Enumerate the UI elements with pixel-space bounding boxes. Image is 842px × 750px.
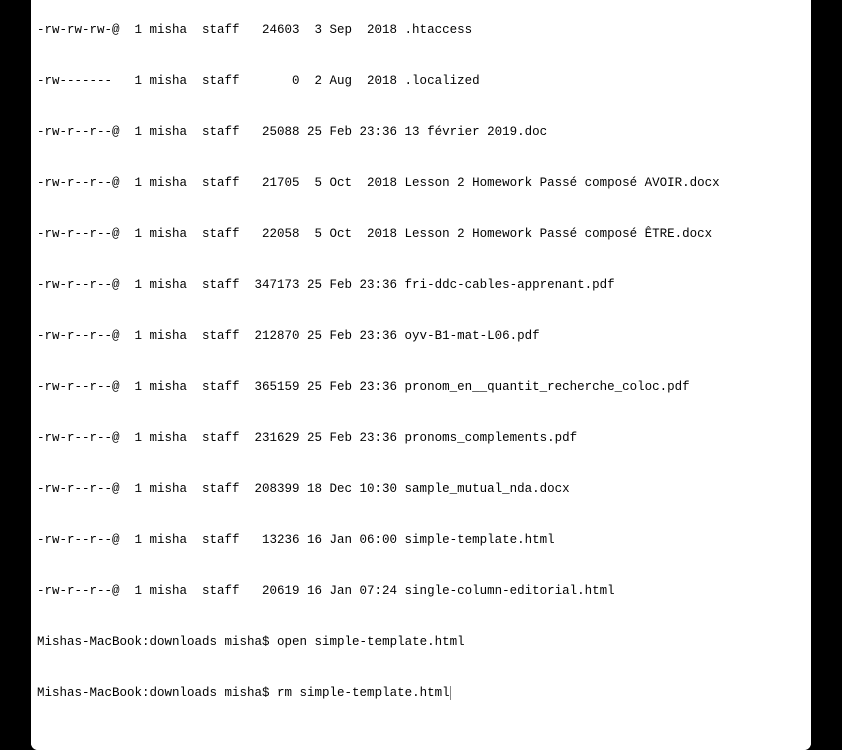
listing-line: -rw-r--r--@ 1 misha staff 22058 5 Oct 20… bbox=[37, 226, 805, 243]
cursor bbox=[450, 686, 451, 700]
listing-line: -rw-r--r--@ 1 misha staff 365159 25 Feb … bbox=[37, 379, 805, 396]
shell-prompt: Mishas-MacBook:downloads misha$ bbox=[37, 686, 277, 700]
listing-line: -rw-r--r--@ 1 misha staff 208399 18 Dec … bbox=[37, 481, 805, 498]
prompt-line[interactable]: Mishas-MacBook:downloads misha$ rm simpl… bbox=[37, 685, 805, 702]
listing-line: -rw-r--r--@ 1 misha staff 212870 25 Feb … bbox=[37, 328, 805, 345]
listing-line: -rw-rw-rw-@ 1 misha staff 24603 3 Sep 20… bbox=[37, 22, 805, 39]
listing-line: -rw-r--r--@ 1 misha staff 347173 25 Feb … bbox=[37, 277, 805, 294]
terminal-window: Downloads — -bash — 90×19 drwxr-xr-x@ 26… bbox=[31, 0, 811, 750]
listing-line: -rw-r--r--@ 1 misha staff 21705 5 Oct 20… bbox=[37, 175, 805, 192]
listing-line: -rw-r--r--@ 1 misha staff 13236 16 Jan 0… bbox=[37, 532, 805, 549]
command-text: rm simple-template.html bbox=[277, 686, 450, 700]
listing-line: -rw-r--r--@ 1 misha staff 231629 25 Feb … bbox=[37, 430, 805, 447]
command-text: open simple-template.html bbox=[277, 635, 465, 649]
listing-line: -rw------- 1 misha staff 0 2 Aug 2018 .l… bbox=[37, 73, 805, 90]
prompt-line: Mishas-MacBook:downloads misha$ open sim… bbox=[37, 634, 805, 651]
listing-line: -rw-r--r--@ 1 misha staff 20619 16 Jan 0… bbox=[37, 583, 805, 600]
listing-line: -rw-r--r--@ 1 misha staff 25088 25 Feb 2… bbox=[37, 124, 805, 141]
terminal-output[interactable]: drwxr-xr-x@ 26 misha staff 832 4 May 15:… bbox=[31, 0, 811, 750]
shell-prompt: Mishas-MacBook:downloads misha$ bbox=[37, 635, 277, 649]
